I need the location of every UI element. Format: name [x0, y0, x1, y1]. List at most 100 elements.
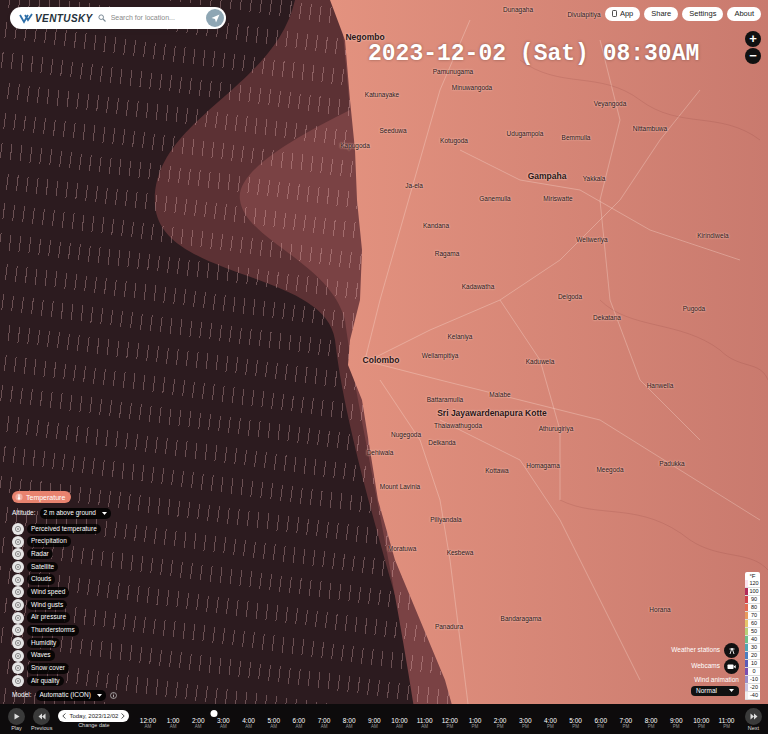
layer-item[interactable]: Precipitation	[12, 535, 71, 548]
shape-part	[17, 528, 19, 530]
timeline-hour[interactable]: 1:00PM	[462, 718, 487, 730]
timeline-hour[interactable]: 12:00PM	[437, 718, 462, 730]
layer-label: Radar	[27, 549, 53, 560]
shape-part	[17, 680, 19, 682]
layer-item[interactable]: Clouds	[12, 573, 55, 586]
previous-button[interactable]	[33, 708, 50, 725]
legend-unit[interactable]: °F	[745, 572, 760, 580]
top-menu-button[interactable]: About	[727, 7, 761, 21]
layer-item[interactable]: Thunderstorms	[12, 624, 79, 637]
layer-item[interactable]: Satellite	[12, 561, 58, 574]
next[interactable]: Next	[745, 708, 762, 732]
timeline-hour[interactable]: 2:00AM	[186, 718, 211, 730]
map-stage[interactable]: NegomboDunagahaDivulapitiyaPamunugamaMin…	[0, 0, 768, 734]
timeline-hour[interactable]: 8:00PM	[638, 718, 663, 730]
timeline-hour[interactable]: 10:00PM	[689, 718, 714, 730]
date-picker[interactable]: Today, 2023/12/02	[58, 710, 129, 722]
layer-item[interactable]: Waves	[12, 649, 55, 662]
shape-part	[14, 588, 22, 596]
timeline-hour[interactable]: 6:00PM	[588, 718, 613, 730]
search-input[interactable]	[111, 13, 201, 24]
map-place-label: Veyangoda	[594, 101, 627, 108]
map-place-label: Padukka	[659, 461, 684, 468]
temperature-legend[interactable]: °F1201009080706050403020100-10-20-40	[745, 572, 760, 700]
change-date-label[interactable]: Change date	[78, 723, 110, 729]
play-button[interactable]	[8, 708, 25, 725]
hour-time: 3:00	[519, 718, 532, 725]
map-place-label: Kotugoda	[440, 138, 468, 145]
toggle-button[interactable]	[724, 659, 739, 674]
active-layer-button[interactable]: Temperature	[12, 491, 71, 503]
timeline-hour[interactable]: 4:00AM	[236, 718, 261, 730]
timeline-hour[interactable]: 12:00AM	[135, 718, 160, 730]
legend-value: 40	[748, 636, 760, 643]
shape-part	[110, 693, 116, 699]
locate-button[interactable]	[206, 9, 224, 27]
timeline-hour[interactable]: 2:00PM	[488, 718, 513, 730]
legend-value: -10	[748, 676, 760, 683]
toggle-label: Webcams	[691, 663, 720, 670]
legend-value: 0	[748, 668, 760, 675]
hour-period: AM	[145, 724, 152, 729]
timeline-hour[interactable]: 3:00AM	[211, 718, 236, 730]
arrow-left-icon[interactable]	[62, 713, 66, 719]
timeline-hour[interactable]: 11:00AM	[412, 718, 437, 730]
zoom-in-button[interactable]: +	[745, 31, 761, 47]
timeline-hour[interactable]: 3:00PM	[513, 718, 538, 730]
timeline-hour[interactable]: 7:00AM	[311, 718, 336, 730]
altitude-select[interactable]: 2 m above ground	[40, 508, 111, 519]
info-icon[interactable]	[110, 692, 117, 699]
wind-animation-select[interactable]: Normal	[691, 686, 739, 697]
hour-time: 10:00	[693, 718, 709, 725]
layer-item[interactable]: Wind gusts	[12, 599, 67, 612]
layer-item[interactable]: Wind speed	[12, 586, 69, 599]
model-value: Automatic (ICON)	[40, 692, 91, 699]
button-label: Share	[651, 10, 671, 18]
layer-item[interactable]: Air pressure	[12, 611, 70, 624]
top-menu-button[interactable]: Settings	[682, 7, 723, 21]
shape-part	[121, 713, 125, 719]
layer-item[interactable]: Radar	[12, 548, 53, 561]
play-icon	[13, 713, 20, 720]
timeline-hour[interactable]: 4:00PM	[538, 718, 563, 730]
layer-item[interactable]: Humidity	[12, 637, 60, 650]
layer-item[interactable]: Air quality	[12, 675, 64, 688]
timeline-track[interactable]: 12:00AM1:00AM2:00AM3:00AM4:00AM5:00AM6:0…	[135, 710, 739, 730]
arrow-right-icon[interactable]	[121, 713, 125, 719]
shape-part	[15, 653, 20, 658]
timeline-hour[interactable]: 5:00PM	[563, 718, 588, 730]
next-button[interactable]	[745, 708, 762, 725]
shape-part	[102, 512, 107, 515]
timeline-hour[interactable]: 9:00PM	[664, 718, 689, 730]
timeline-hour[interactable]: 9:00AM	[362, 718, 387, 730]
model-select[interactable]: Automatic (ICON)	[36, 690, 106, 701]
timeline-hour[interactable]: 8:00AM	[337, 718, 362, 730]
hour-time: 7:00	[318, 718, 331, 725]
timeline-hour[interactable]: 1:00AM	[161, 718, 186, 730]
timeline-hour[interactable]: 6:00AM	[286, 718, 311, 730]
hour-time: 9:00	[670, 718, 683, 725]
timeline-knob[interactable]	[210, 710, 217, 717]
timeline-hour[interactable]: 11:00PM	[714, 718, 739, 730]
top-menu-button[interactable]: App	[605, 7, 640, 21]
layer-item[interactable]: Snow cover	[12, 662, 69, 675]
layer-item[interactable]: Perceived temperature	[12, 523, 101, 536]
layer-icon	[12, 586, 24, 598]
play[interactable]: Play	[8, 708, 25, 732]
datetime-display: 2023-12-02 (Sat) 08:30AM	[368, 43, 699, 66]
timeline-hour[interactable]: 5:00AM	[261, 718, 286, 730]
hour-period: PM	[497, 724, 504, 729]
previous[interactable]: Previous	[31, 708, 52, 732]
shape-part	[18, 497, 20, 499]
legend-tick: 80	[745, 604, 760, 612]
toggle-button[interactable]	[724, 643, 739, 658]
hour-period: PM	[673, 724, 680, 729]
shape-part	[600, 300, 768, 380]
legend-tick: -40	[745, 692, 760, 700]
shape-part	[15, 678, 20, 683]
timeline-hour[interactable]: 10:00AM	[387, 718, 412, 730]
top-menu-button[interactable]: Share	[644, 7, 678, 21]
zoom-out-button[interactable]: −	[745, 48, 761, 64]
timeline-hour[interactable]: 7:00PM	[613, 718, 638, 730]
logo[interactable]: VENTUSKY	[19, 11, 93, 26]
